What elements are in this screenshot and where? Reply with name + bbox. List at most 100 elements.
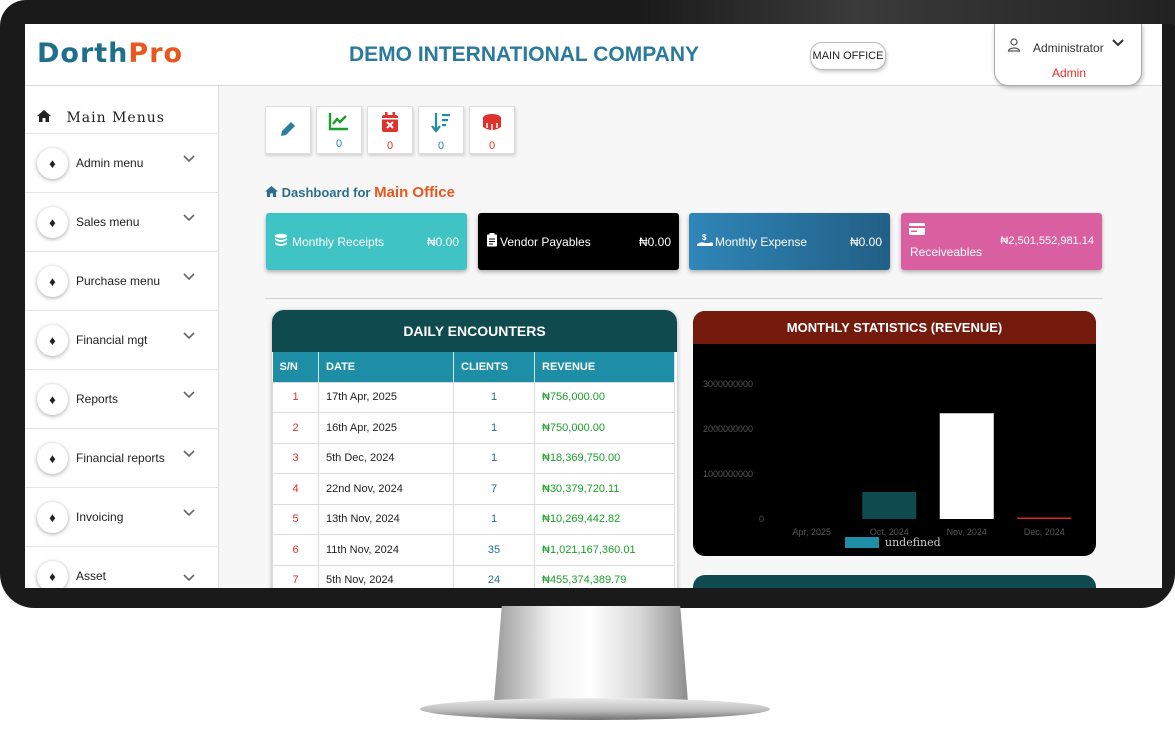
quick-sort-tile[interactable]: 0 xyxy=(418,106,464,154)
chart-bar[interactable] xyxy=(1017,517,1072,520)
cell-clients: 1 xyxy=(453,503,535,535)
table-header-row: S/N DATE CLIENTS REVENUE xyxy=(272,352,675,382)
table-row[interactable]: 3 5th Dec, 2024 1 ₦18,369,750.00 xyxy=(272,442,675,474)
chevron-down-icon xyxy=(183,211,195,226)
secondary-panel-header xyxy=(693,575,1096,588)
quick-cancel-tile[interactable]: 0 xyxy=(367,106,413,154)
x-tick-label: Apr, 2025 xyxy=(792,527,831,537)
card-label: Vendor Payables xyxy=(500,235,591,249)
sidebar-item-label: Admin menu xyxy=(76,156,144,170)
main-office-button[interactable]: MAIN OFFICE xyxy=(810,42,886,70)
sidebar: Main Menus ♦ Admin menu ♦ Sales menu ♦ P… xyxy=(25,86,219,588)
card-value: ₦0.00 xyxy=(638,235,671,249)
diamond-icon: ♦ xyxy=(37,266,68,297)
bezel-glare xyxy=(640,0,1175,24)
cell-date: 16th Apr, 2025 xyxy=(318,412,454,444)
hand-money-icon: $ xyxy=(697,233,713,250)
quick-drum-tile[interactable]: 0 xyxy=(469,106,515,154)
legend-swatch[interactable] xyxy=(845,537,879,548)
sidebar-item-label: Reports xyxy=(76,392,119,406)
diamond-icon: ♦ xyxy=(37,561,68,588)
table-row[interactable]: 7 5th Nov, 2024 24 ₦455,374,389.79 xyxy=(272,564,675,588)
cell-date: 22nd Nov, 2024 xyxy=(318,473,454,505)
legend-label[interactable]: undefined xyxy=(885,536,941,549)
cell-clients: 35 xyxy=(453,534,535,566)
encounters-table: S/N DATE CLIENTS REVENUE 1 17th Apr, 202… xyxy=(272,352,675,588)
quick-cancel-count: 0 xyxy=(386,140,394,152)
diamond-icon: ♦ xyxy=(37,148,68,179)
quick-sort-count: 0 xyxy=(437,140,445,152)
monthly-expense-card[interactable]: $ Monthly Expense ₦0.00 xyxy=(689,213,890,270)
logo-part2: Pro xyxy=(128,38,184,69)
table-row[interactable]: 5 13th Nov, 2024 1 ₦10,269,442.82 xyxy=(272,503,675,535)
monitor-stand-base xyxy=(420,698,770,720)
card-label: Monthly Expense xyxy=(715,235,808,249)
col-sn[interactable]: S/N xyxy=(272,352,319,382)
calendar-x-icon xyxy=(368,111,412,138)
top-header: DorthPro DEMO INTERNATIONAL COMPANY MAIN… xyxy=(25,24,1162,86)
pencil-icon xyxy=(266,119,310,144)
revenue-chart: 0 1000000000 2000000000 3000000000 Apr, 2025… xyxy=(703,379,1072,549)
daily-encounters-panel: DAILY ENCOUNTERS S/N DATE CLIENTS REVENU… xyxy=(272,310,677,588)
credit-card-icon xyxy=(909,223,925,238)
quick-edit-tile[interactable] xyxy=(265,106,311,154)
user-name: Administrator xyxy=(1033,41,1104,55)
y-tick-label: 0 xyxy=(759,514,764,524)
cell-sn: 4 xyxy=(272,473,319,505)
cell-revenue: ₦10,269,442.82 xyxy=(534,503,675,535)
table-row[interactable]: 4 22nd Nov, 2024 7 ₦30,379,720.11 xyxy=(272,473,675,505)
cell-date: 5th Dec, 2024 xyxy=(318,442,454,474)
sidebar-item-invoicing[interactable]: ♦ Invoicing xyxy=(25,487,219,546)
sidebar-item-financial-mgt[interactable]: ♦ Financial mgt xyxy=(25,310,219,369)
col-clients[interactable]: CLIENTS xyxy=(453,352,535,382)
sidebar-item-reports[interactable]: ♦ Reports xyxy=(25,369,219,428)
user-menu[interactable]: Administrator Admin xyxy=(994,24,1142,86)
monitor-stage: DorthPro DEMO INTERNATIONAL COMPANY MAIN… xyxy=(0,0,1175,729)
table-row[interactable]: 6 11th Nov, 2024 35 ₦1,021,167,360.01 xyxy=(272,534,675,566)
chevron-down-icon xyxy=(183,447,195,462)
col-revenue[interactable]: REVENUE xyxy=(534,352,675,382)
chart-bar[interactable] xyxy=(939,413,994,519)
diamond-icon: ♦ xyxy=(37,325,68,356)
company-name: DEMO INTERNATIONAL COMPANY xyxy=(349,43,699,66)
dashboard-office: Main Office xyxy=(374,184,455,201)
y-tick-label: 2000000000 xyxy=(703,424,753,434)
cell-date: 11th Nov, 2024 xyxy=(318,534,454,566)
dashboard-prefix: Dashboard for xyxy=(281,185,371,200)
sidebar-item-admin[interactable]: ♦ Admin menu xyxy=(25,133,219,192)
quick-stats-tile[interactable]: 0 xyxy=(316,106,362,154)
cell-sn: 7 xyxy=(272,564,319,588)
sidebar-title: Main Menus xyxy=(37,110,165,126)
home-icon xyxy=(265,185,278,200)
chevron-down-icon xyxy=(183,329,195,344)
y-tick-label: 3000000000 xyxy=(703,379,753,389)
card-value: ₦0.00 xyxy=(849,235,882,249)
card-label: Receiveables xyxy=(910,245,983,259)
diamond-icon: ♦ xyxy=(37,384,68,415)
receiveables-card[interactable]: Receiveables ₦2,501,552,981.14 xyxy=(901,213,1102,270)
diamond-icon: ♦ xyxy=(37,502,68,533)
table-row[interactable]: 2 16th Apr, 2025 1 ₦750,000.00 xyxy=(272,412,675,444)
sidebar-item-asset[interactable]: ♦ Asset xyxy=(25,546,219,588)
user-icon xyxy=(1007,38,1021,55)
cell-sn: 6 xyxy=(272,534,319,566)
vendor-payables-card[interactable]: Vendor Payables ₦0.00 xyxy=(478,213,679,270)
sidebar-item-financial-reports[interactable]: ♦ Financial reports xyxy=(25,428,219,487)
sidebar-item-label: Asset xyxy=(76,569,107,583)
drum-icon xyxy=(470,111,514,138)
cell-clients: 1 xyxy=(453,381,535,413)
cell-revenue: ₦455,374,389.79 xyxy=(534,564,675,588)
monthly-receipts-card[interactable]: Monthly Receipts ₦0.00 xyxy=(266,213,467,270)
chart-bar[interactable] xyxy=(862,492,917,519)
dashboard-title: Dashboard for Main Office xyxy=(265,184,455,201)
chevron-down-icon xyxy=(183,152,195,167)
sidebar-item-purchase[interactable]: ♦ Purchase menu xyxy=(25,251,219,310)
cell-sn: 2 xyxy=(272,412,319,444)
chevron-down-icon xyxy=(183,388,195,403)
sidebar-item-sales[interactable]: ♦ Sales menu xyxy=(25,192,219,251)
user-role: Admin xyxy=(1051,66,1086,80)
table-row[interactable]: 1 17th Apr, 2025 1 ₦756,000.00 xyxy=(272,381,675,413)
col-date[interactable]: DATE xyxy=(318,352,454,382)
chevron-down-icon[interactable] xyxy=(1111,36,1125,53)
logo[interactable]: DorthPro xyxy=(37,38,183,69)
